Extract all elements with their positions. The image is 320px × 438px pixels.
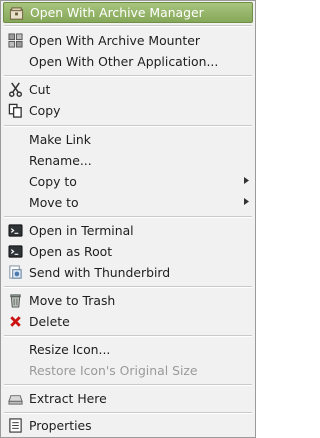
menu-item-label: Restore Icon's Original Size — [29, 363, 198, 378]
menu-item-open-in-terminal[interactable]: Open in Terminal — [3, 220, 253, 241]
separator — [4, 216, 252, 218]
menu-item-label: Cut — [29, 82, 51, 97]
menu-item-label: Delete — [29, 314, 70, 329]
menu-item-label: Make Link — [29, 132, 91, 147]
separator — [4, 125, 252, 127]
menu-item-label: Move to Trash — [29, 293, 116, 308]
menu-item-send-with-thunderbird[interactable]: Send with Thunderbird — [3, 262, 253, 283]
menu-item-cut[interactable]: Cut — [3, 79, 253, 100]
archive-mounter-icon — [8, 33, 23, 48]
separator — [4, 335, 252, 337]
menu-item-label: Properties — [29, 418, 92, 433]
extract-drive-icon — [8, 395, 23, 405]
menu-item-label: Move to — [29, 195, 79, 210]
menu-item-restore-icon-size: Restore Icon's Original Size — [3, 360, 253, 381]
menu-item-open-with-archive-manager[interactable]: Open With Archive Manager — [3, 2, 253, 23]
separator — [4, 25, 252, 27]
archive-manager-icon — [9, 7, 24, 20]
separator — [4, 384, 252, 386]
separator — [4, 286, 252, 288]
menu-item-properties[interactable]: Properties — [3, 415, 253, 436]
terminal-icon — [8, 224, 23, 237]
menu-item-extract-here[interactable]: Extract Here — [3, 388, 253, 409]
menu-item-open-with-archive-mounter[interactable]: Open With Archive Mounter — [3, 30, 253, 51]
menu-item-label: Copy to — [29, 174, 77, 189]
menu-item-delete[interactable]: Delete — [3, 311, 253, 332]
delete-x-icon — [10, 316, 21, 327]
menu-item-copy[interactable]: Copy — [3, 100, 253, 121]
terminal-root-icon — [8, 245, 23, 258]
menu-item-rename[interactable]: Rename... — [3, 150, 253, 171]
menu-item-label: Resize Icon... — [29, 342, 111, 357]
trash-icon — [10, 294, 21, 308]
context-menu: Open With Archive Manager Open With Arch… — [0, 0, 256, 438]
submenu-arrow-icon — [244, 198, 249, 205]
menu-item-label: Copy — [29, 103, 61, 118]
separator — [4, 412, 252, 414]
scissors-icon — [8, 82, 23, 97]
menu-item-label: Open With Archive Manager — [30, 5, 204, 20]
menu-item-label: Rename... — [29, 153, 92, 168]
submenu-arrow-icon — [244, 177, 249, 184]
menu-item-label: Open With Other Application... — [29, 54, 219, 69]
menu-item-open-as-root[interactable]: Open as Root — [3, 241, 253, 262]
copy-icon — [8, 103, 22, 118]
menu-item-label: Open in Terminal — [29, 223, 134, 238]
menu-item-label: Send with Thunderbird — [29, 265, 171, 280]
separator — [4, 75, 252, 77]
properties-icon — [9, 418, 22, 433]
menu-item-label: Open With Archive Mounter — [29, 33, 200, 48]
menu-item-move-to-trash[interactable]: Move to Trash — [3, 290, 253, 311]
menu-item-copy-to[interactable]: Copy to — [3, 171, 253, 192]
menu-item-open-with-other-application[interactable]: Open With Other Application... — [3, 51, 253, 72]
menu-item-move-to[interactable]: Move to — [3, 192, 253, 213]
menu-item-make-link[interactable]: Make Link — [3, 129, 253, 150]
menu-item-resize-icon[interactable]: Resize Icon... — [3, 339, 253, 360]
menu-item-label: Open as Root — [29, 244, 113, 259]
menu-item-label: Extract Here — [29, 391, 107, 406]
thunderbird-send-icon — [9, 265, 22, 279]
